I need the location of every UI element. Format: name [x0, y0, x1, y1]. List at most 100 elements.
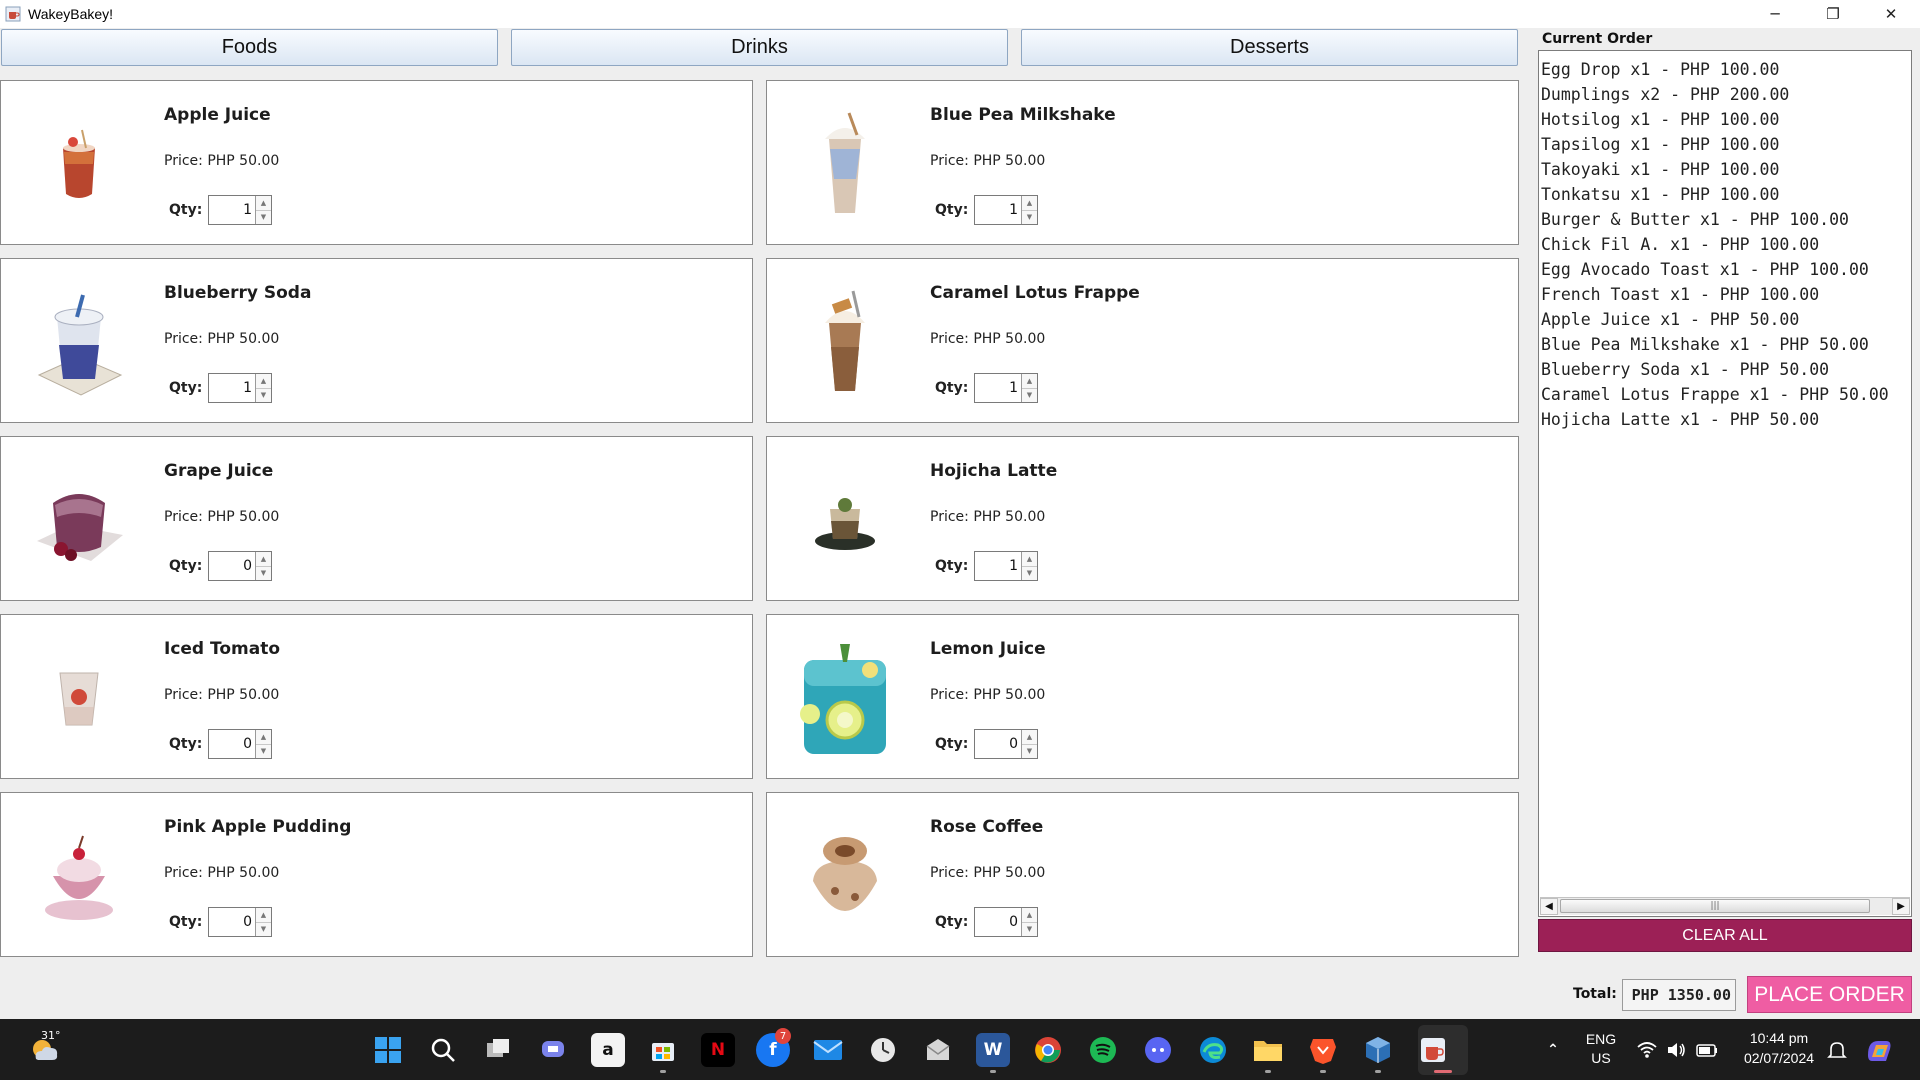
order-line: French Toast x1 - PHP 100.00: [1541, 285, 1820, 304]
qty-value[interactable]: 0: [975, 730, 1021, 758]
milkshake-photo: [795, 101, 895, 226]
spin-down-icon[interactable]: ▼: [1022, 387, 1037, 402]
qty-spinner[interactable]: 0 ▲ ▼: [208, 729, 272, 759]
spin-up-icon[interactable]: ▲: [256, 730, 271, 744]
drinks-tab-button[interactable]: Drinks: [511, 29, 1008, 66]
qty-spinner[interactable]: 1 ▲ ▼: [208, 373, 272, 403]
spin-down-icon[interactable]: ▼: [1022, 743, 1037, 758]
desserts-tab-button[interactable]: Desserts: [1021, 29, 1518, 66]
copilot-icon[interactable]: [1862, 1033, 1896, 1067]
virtual-box-icon[interactable]: [1361, 1033, 1395, 1067]
place-order-button[interactable]: PLACE ORDER: [1747, 976, 1912, 1013]
scroll-thumb[interactable]: |||: [1560, 899, 1870, 913]
discord-icon[interactable]: [1141, 1033, 1175, 1067]
microsoft-store-icon[interactable]: [646, 1033, 680, 1067]
java-app-icon[interactable]: [1416, 1033, 1450, 1067]
qty-value[interactable]: 0: [975, 908, 1021, 936]
volume-icon[interactable]: [1660, 1033, 1694, 1067]
brave-icon[interactable]: [1306, 1033, 1340, 1067]
spin-up-icon[interactable]: ▲: [1022, 908, 1037, 922]
qty-arrows: ▲ ▼: [1021, 908, 1037, 936]
foods-tab-button[interactable]: Foods: [1, 29, 498, 66]
scroll-right-icon[interactable]: ▶: [1892, 898, 1910, 915]
mail-icon[interactable]: [811, 1033, 845, 1067]
qty-arrows: ▲ ▼: [255, 730, 271, 758]
chevron-up-icon[interactable]: ⌃: [1536, 1033, 1570, 1067]
wifi-icon[interactable]: [1630, 1033, 1664, 1067]
clock-date[interactable]: 02/07/2024: [1724, 1050, 1834, 1066]
order-line: Chick Fil A. x1 - PHP 100.00: [1541, 235, 1820, 254]
spin-up-icon[interactable]: ▲: [256, 374, 271, 388]
clear-all-button[interactable]: CLEAR ALL: [1538, 919, 1912, 952]
region-label[interactable]: US: [1578, 1050, 1624, 1066]
product-name: Apple Juice: [164, 105, 271, 125]
qty-spinner[interactable]: 1 ▲ ▼: [974, 551, 1038, 581]
spin-down-icon[interactable]: ▼: [256, 387, 271, 402]
mailbox-icon[interactable]: [921, 1033, 955, 1067]
horizontal-scrollbar[interactable]: ◀ ||| ▶: [1540, 897, 1910, 915]
clock-icon[interactable]: [866, 1033, 900, 1067]
spin-up-icon[interactable]: ▲: [1022, 196, 1037, 210]
spin-down-icon[interactable]: ▼: [1022, 921, 1037, 936]
spin-up-icon[interactable]: ▲: [1022, 552, 1037, 566]
qty-spinner[interactable]: 0 ▲ ▼: [208, 907, 272, 937]
spotify-icon[interactable]: [1086, 1033, 1120, 1067]
teams-chat-icon[interactable]: [536, 1033, 570, 1067]
qty-spinner[interactable]: 1 ▲ ▼: [208, 195, 272, 225]
spin-up-icon[interactable]: ▲: [1022, 374, 1037, 388]
qty-value[interactable]: 1: [975, 196, 1021, 224]
qty-value[interactable]: 1: [209, 374, 255, 402]
spin-up-icon[interactable]: ▲: [256, 196, 271, 210]
active-indicator: [1434, 1070, 1452, 1073]
qty-spinner[interactable]: 0 ▲ ▼: [974, 907, 1038, 937]
qty-value[interactable]: 0: [209, 552, 255, 580]
search-icon[interactable]: [426, 1033, 460, 1067]
amazon-icon[interactable]: a: [591, 1033, 625, 1067]
spin-down-icon[interactable]: ▼: [1022, 209, 1037, 224]
language-label[interactable]: ENG: [1578, 1031, 1624, 1047]
order-line: Takoyaki x1 - PHP 100.00: [1541, 160, 1780, 179]
word-icon[interactable]: W: [976, 1033, 1010, 1067]
qty-value[interactable]: 0: [209, 908, 255, 936]
order-line: Burger & Butter x1 - PHP 100.00: [1541, 210, 1849, 229]
spin-up-icon[interactable]: ▲: [256, 908, 271, 922]
qty-spinner[interactable]: 1 ▲ ▼: [974, 195, 1038, 225]
edge-icon[interactable]: [1196, 1033, 1230, 1067]
scroll-left-icon[interactable]: ◀: [1540, 898, 1558, 915]
scroll-track[interactable]: |||: [1558, 898, 1892, 915]
clock-time[interactable]: 10:44 pm: [1724, 1030, 1834, 1046]
close-button[interactable]: ✕: [1862, 0, 1920, 28]
product-card-apple-juice: Apple Juice Price: PHP 50.00 Qty: 1 ▲ ▼: [0, 80, 753, 245]
netflix-icon[interactable]: N: [701, 1033, 735, 1067]
spin-up-icon[interactable]: ▲: [256, 552, 271, 566]
spin-down-icon[interactable]: ▼: [1022, 565, 1037, 580]
minimize-button[interactable]: ─: [1746, 0, 1804, 28]
notification-bell-icon[interactable]: [1820, 1033, 1854, 1067]
windows-start-icon[interactable]: [371, 1033, 405, 1067]
apple-juice-photo: [29, 101, 129, 226]
order-list-area[interactable]: Egg Drop x1 - PHP 100.00 Dumplings x2 - …: [1538, 50, 1912, 917]
qty-spinner[interactable]: 0 ▲ ▼: [974, 729, 1038, 759]
qty-spinner[interactable]: 1 ▲ ▼: [974, 373, 1038, 403]
qty-spinner[interactable]: 0 ▲ ▼: [208, 551, 272, 581]
qty-arrows: ▲ ▼: [255, 374, 271, 402]
maximize-button[interactable]: ❐: [1804, 0, 1862, 28]
file-explorer-icon[interactable]: [1251, 1033, 1285, 1067]
qty-value[interactable]: 1: [209, 196, 255, 224]
battery-icon[interactable]: [1690, 1033, 1724, 1067]
qty-value[interactable]: 1: [975, 552, 1021, 580]
spin-down-icon[interactable]: ▼: [256, 921, 271, 936]
order-line: Egg Drop x1 - PHP 100.00: [1541, 60, 1780, 79]
qty-label: Qty:: [169, 202, 203, 218]
spin-down-icon[interactable]: ▼: [256, 565, 271, 580]
chrome-icon[interactable]: [1031, 1033, 1065, 1067]
spin-down-icon[interactable]: ▼: [256, 743, 271, 758]
spin-up-icon[interactable]: ▲: [1022, 730, 1037, 744]
qty-value[interactable]: 1: [975, 374, 1021, 402]
qty-label: Qty:: [935, 380, 969, 396]
spin-down-icon[interactable]: ▼: [256, 209, 271, 224]
qty-value[interactable]: 0: [209, 730, 255, 758]
total-label: Total:: [1573, 986, 1617, 1002]
task-view-icon[interactable]: [481, 1033, 515, 1067]
qty-arrows: ▲ ▼: [1021, 552, 1037, 580]
